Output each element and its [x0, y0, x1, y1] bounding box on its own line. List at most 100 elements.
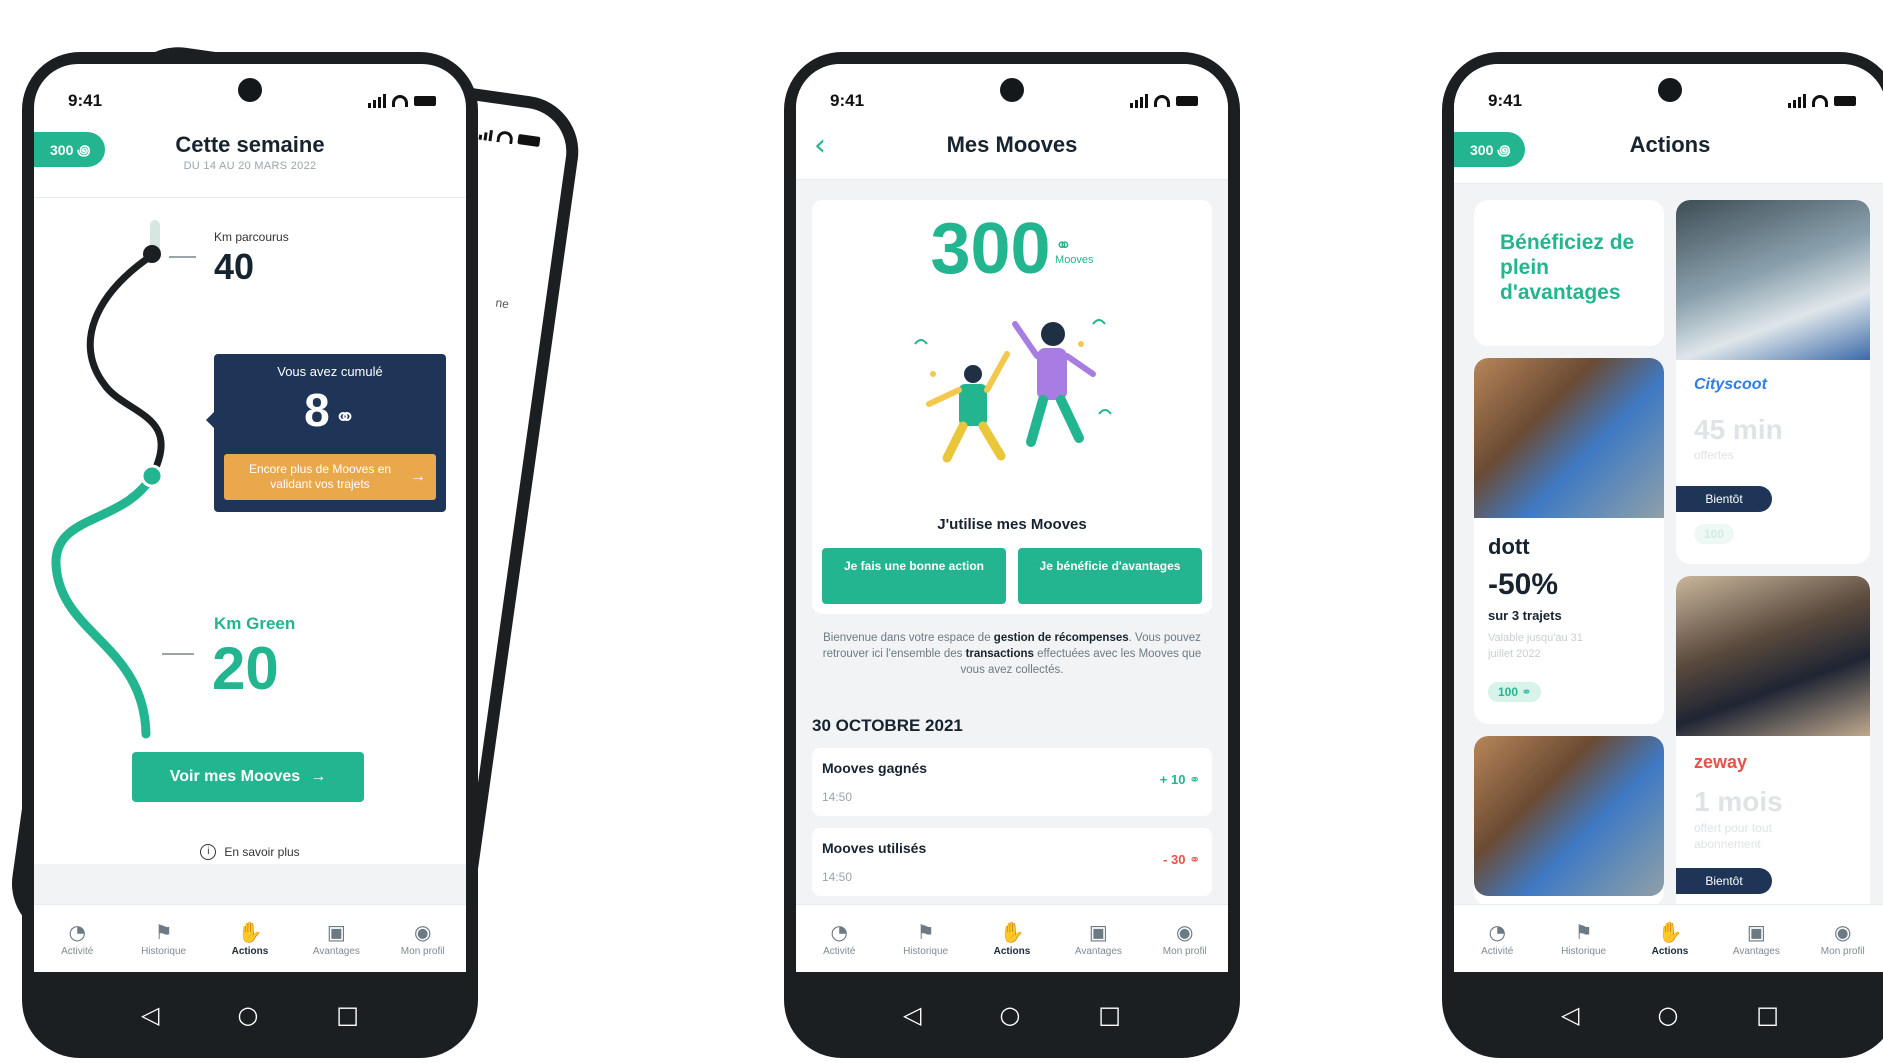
bike-icon: ⚭	[1055, 233, 1072, 257]
callout-value: 8	[304, 384, 330, 436]
speedometer-icon: ◔	[1488, 919, 1506, 944]
offer-detail: offertes	[1694, 448, 1734, 462]
camera-notch	[1658, 78, 1682, 102]
actions-screen: 9:41 300 ꩜ Actions Bénéficiez de plein d…	[1454, 64, 1883, 972]
offer-photo	[1474, 736, 1664, 896]
info-link[interactable]: i En savoir plus	[34, 844, 466, 860]
nav-back-button[interactable]: ◁	[1561, 1001, 1579, 1029]
offer-value: 1 mois	[1694, 786, 1783, 817]
tab-actions[interactable]: ✋ Actions	[1627, 921, 1713, 957]
signpost-icon: ⚑	[1574, 919, 1593, 944]
speedometer-icon: ◔	[830, 919, 848, 944]
date-range: DU 14 AU 20 MARS 2022	[183, 160, 317, 172]
info-icon: i	[200, 844, 217, 860]
system-nav: ◁ ○ □	[22, 972, 478, 1058]
tab-actions[interactable]: ✋ Actions	[969, 921, 1055, 957]
mooves-unit: Mooves	[1055, 254, 1094, 266]
callout-cta-text: Encore plus de Mooves en validant vos tr…	[248, 462, 392, 491]
good-action-button[interactable]: Je fais une bonne action	[822, 548, 1006, 604]
tab-bar: ◔ Activité ⚑ Historique ✋ Actions ▣ Avantage…	[1454, 904, 1883, 972]
profile-icon: ◉	[414, 919, 432, 944]
tab-profil[interactable]: ◉ Mon profil	[1800, 921, 1883, 957]
status-time: 9:41	[1488, 91, 1523, 110]
callout-cta-button[interactable]: Encore plus de Mooves en validant vos tr…	[224, 454, 436, 500]
speedometer-icon: ◔	[68, 919, 86, 944]
page-title: Mes Mooves	[946, 132, 1078, 157]
transaction-row[interactable]: Mooves gagnés 14:50 + 10 ⚭	[812, 748, 1212, 816]
transaction-row[interactable]: Mooves utilisés 14:50 - 30 ⚭	[812, 828, 1212, 896]
bike-icon: ⚭	[1521, 685, 1532, 699]
bike-icon: ⚭	[1189, 853, 1200, 868]
brand-logo-zeway: zeway	[1694, 752, 1748, 772]
coming-soon-badge: Bientôt	[1676, 868, 1772, 894]
phone-week: 9:41 300 ꩜ Cette semaine DU 14 AU 20 MAR…	[22, 52, 478, 1058]
offer-cost-badge: 100	[1694, 524, 1735, 544]
offer-discount: -50%	[1488, 568, 1559, 601]
tab-activite[interactable]: ◔ Activité	[1454, 921, 1540, 957]
transaction-amount: - 30	[1163, 852, 1186, 867]
signpost-icon: ⚑	[154, 919, 173, 944]
nav-back-button[interactable]: ◁	[903, 1001, 921, 1029]
status-time: 9:41	[68, 91, 103, 110]
camera-notch	[1000, 78, 1024, 102]
nav-recent-button[interactable]: □	[1756, 1001, 1779, 1029]
camera-notch	[238, 78, 262, 102]
battery-icon	[1834, 96, 1856, 106]
transaction-time: 14:50	[822, 870, 853, 884]
offer-photo	[1474, 358, 1664, 518]
tab-historique[interactable]: ⚑ Historique	[882, 921, 968, 957]
tab-avantages[interactable]: ▣ Avantages	[1713, 921, 1799, 957]
profile-icon: ◉	[1834, 919, 1852, 944]
green-value: 20	[212, 635, 279, 702]
phone-actions: 9:41 300 ꩜ Actions Bénéficiez de plein d…	[1442, 52, 1883, 1058]
benefits-button[interactable]: Je bénéficie d'avantages	[1018, 548, 1202, 604]
tab-avantages[interactable]: ▣ Avantages	[293, 921, 379, 957]
use-mooves-heading: J'utilise mes Mooves	[937, 516, 1087, 533]
tab-avantages[interactable]: ▣ Avantages	[1055, 921, 1141, 957]
offer-card-dott-2[interactable]	[1474, 736, 1664, 906]
view-mooves-button[interactable]: Voir mes Mooves →	[132, 752, 364, 802]
brand-logo-cityscoot: Cityscoot	[1694, 376, 1767, 393]
nav-home-button[interactable]: ○	[1657, 1001, 1678, 1029]
offer-card-cityscoot[interactable]: Cityscoot 45 min offertes Bientôt 100	[1676, 200, 1870, 564]
actions-icon: ✋	[999, 919, 1025, 944]
profile-icon: ◉	[1176, 919, 1194, 944]
page-title: Actions	[1629, 132, 1711, 157]
arrow-right-icon: →	[310, 768, 327, 785]
transaction-label: Mooves utilisés	[822, 840, 927, 856]
date-heading: 30 OCTOBRE 2021	[812, 716, 963, 735]
nav-recent-button[interactable]: □	[336, 1001, 359, 1029]
tab-historique[interactable]: ⚑ Historique	[1540, 921, 1626, 957]
tab-activite[interactable]: ◔ Activité	[796, 921, 882, 957]
nav-home-button[interactable]: ○	[999, 1001, 1020, 1029]
tab-bar: ◔ Activité ⚑ Historique ✋ Actions ▣ Avantage…	[34, 904, 466, 972]
week-header: 300 ꩜ Cette semaine DU 14 AU 20 MARS 202…	[34, 124, 466, 198]
ticket-icon: ▣	[1088, 919, 1108, 944]
coming-soon-badge: Bientôt	[1676, 486, 1772, 512]
tab-historique[interactable]: ⚑ Historique	[120, 921, 206, 957]
offer-photo	[1676, 200, 1870, 360]
green-label: Km Green	[214, 614, 296, 633]
mooves-total: 300	[930, 209, 1051, 289]
tab-activite[interactable]: ◔ Activité	[34, 921, 120, 957]
tab-profil[interactable]: ◉ Mon profil	[1142, 921, 1228, 957]
km-value: 40	[214, 246, 255, 287]
offer-value: 45 min	[1694, 414, 1783, 445]
nav-home-button[interactable]: ○	[237, 1001, 258, 1029]
tab-bar: ◔ Activité ⚑ Historique ✋ Actions ▣ Avantage…	[796, 904, 1228, 972]
bike-icon: ⚭	[1189, 773, 1200, 788]
nav-recent-button[interactable]: □	[1098, 1001, 1121, 1029]
back-card-text: ne	[494, 295, 510, 312]
signpost-icon: ⚑	[916, 919, 935, 944]
signal-icon	[1788, 94, 1806, 108]
mooves-header: ‹ Mes Mooves	[796, 124, 1228, 180]
offer-card-zeway[interactable]: zeway 1 mois offert pour tout abonnement…	[1676, 576, 1870, 916]
nav-back-button[interactable]: ◁	[141, 1001, 159, 1029]
tab-actions[interactable]: ✋ Actions	[207, 921, 293, 957]
system-nav: ◁ ○ □	[1442, 972, 1883, 1058]
offer-card-dott[interactable]: dott -50% sur 3 trajets Valable jusqu'au…	[1474, 358, 1664, 724]
ticket-icon: ▣	[326, 919, 346, 944]
page-title: Cette semaine	[175, 132, 325, 157]
view-mooves-label: Voir mes Mooves	[169, 768, 301, 785]
tab-profil[interactable]: ◉ Mon profil	[380, 921, 466, 957]
